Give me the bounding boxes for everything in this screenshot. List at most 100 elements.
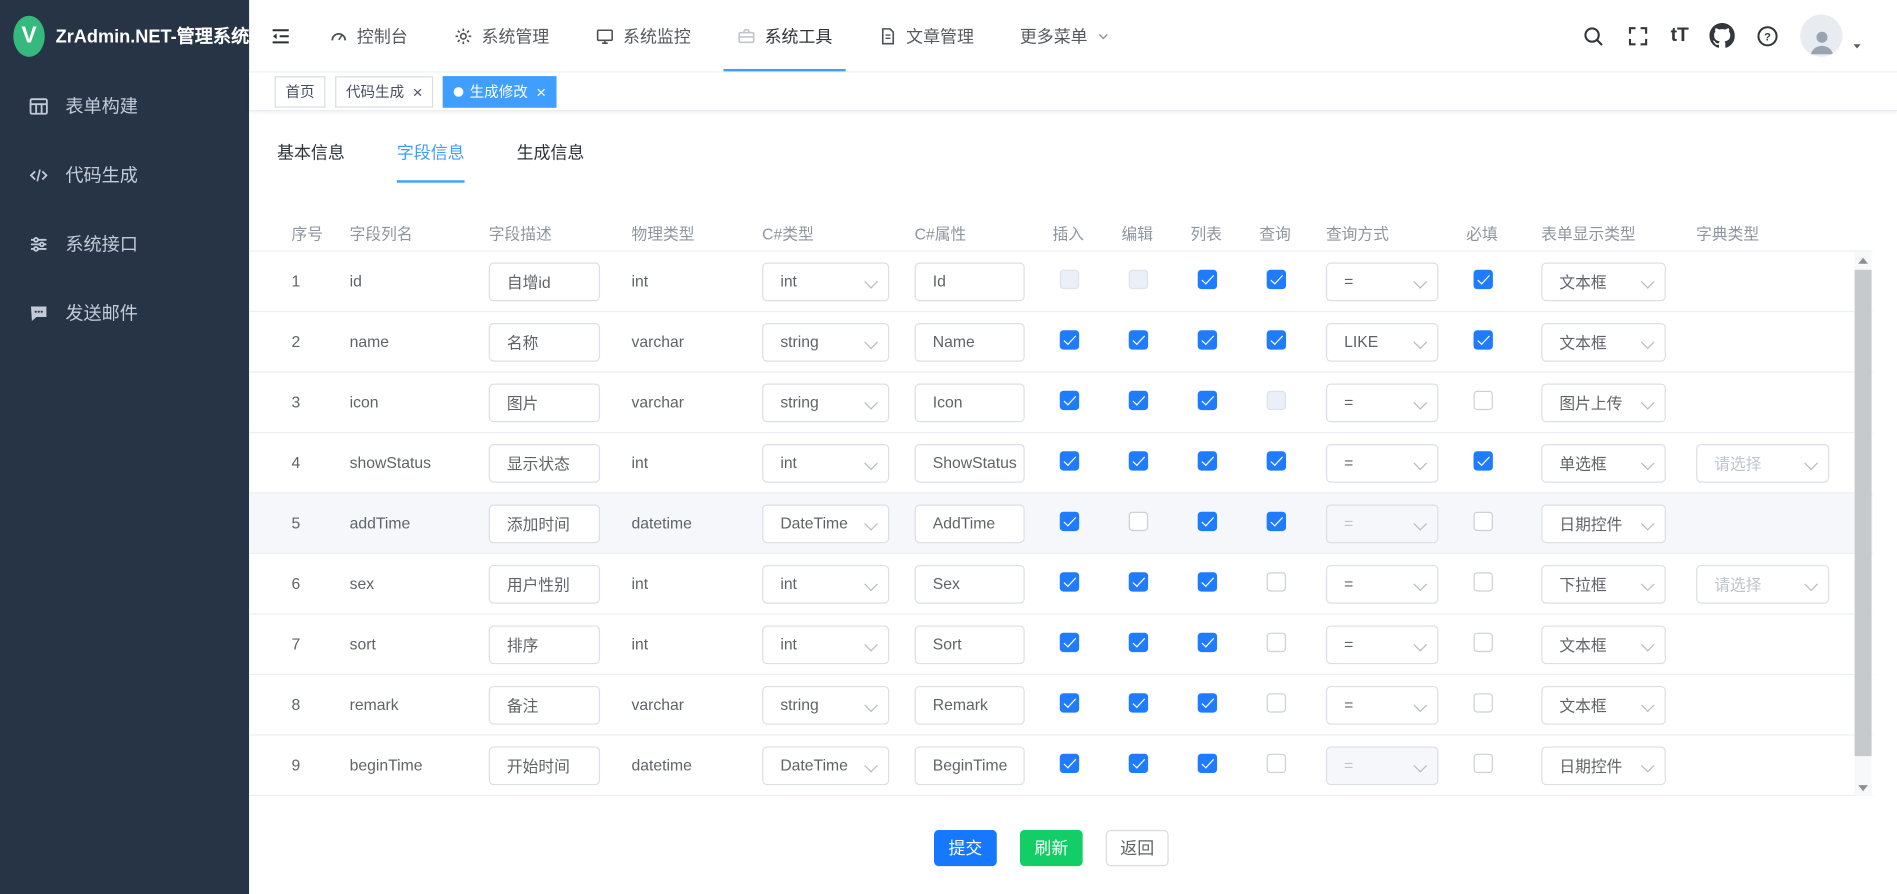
required-checkbox[interactable] xyxy=(1474,633,1493,652)
sidebar-item-send-mail[interactable]: 发送邮件 xyxy=(0,278,249,347)
edit-checkbox[interactable] xyxy=(1129,693,1148,712)
list-checkbox[interactable] xyxy=(1198,512,1217,531)
close-icon[interactable]: × xyxy=(413,83,423,100)
csharp-type-select[interactable]: string xyxy=(762,685,889,724)
query-checkbox[interactable] xyxy=(1267,693,1286,712)
query-checkbox[interactable] xyxy=(1267,633,1286,652)
insert-checkbox[interactable] xyxy=(1060,512,1079,531)
field-description-input[interactable] xyxy=(489,685,600,724)
edit-checkbox[interactable] xyxy=(1129,330,1148,349)
display-type-select[interactable]: 文本框 xyxy=(1541,685,1666,724)
csharp-property-input[interactable] xyxy=(915,625,1025,664)
list-checkbox[interactable] xyxy=(1198,391,1217,410)
scrollbar-thumb[interactable] xyxy=(1855,270,1872,756)
insert-checkbox[interactable] xyxy=(1060,633,1079,652)
field-description-input[interactable] xyxy=(489,443,600,482)
csharp-property-input[interactable] xyxy=(915,322,1025,361)
csharp-property-input[interactable] xyxy=(915,262,1025,301)
query-checkbox[interactable] xyxy=(1267,270,1286,289)
nav-item-system-tools[interactable]: 系统工具 xyxy=(714,0,856,71)
csharp-property-input[interactable] xyxy=(915,564,1025,603)
insert-checkbox[interactable] xyxy=(1060,572,1079,591)
insert-checkbox[interactable] xyxy=(1060,754,1079,773)
required-checkbox[interactable] xyxy=(1474,391,1493,410)
edit-checkbox[interactable] xyxy=(1129,270,1148,289)
scrollbar-down-button[interactable] xyxy=(1855,779,1872,796)
field-description-input[interactable] xyxy=(489,625,600,664)
sidebar-item-form-build[interactable]: 表单构建 xyxy=(0,71,249,140)
menu-fold-icon[interactable] xyxy=(269,24,293,48)
form-tab-2[interactable]: 生成信息 xyxy=(517,140,585,182)
required-checkbox[interactable] xyxy=(1474,330,1493,349)
query-checkbox[interactable] xyxy=(1267,754,1286,773)
caret-down-icon[interactable] xyxy=(1851,39,1863,51)
required-checkbox[interactable] xyxy=(1474,693,1493,712)
edit-checkbox[interactable] xyxy=(1129,512,1148,531)
query-checkbox[interactable] xyxy=(1267,512,1286,531)
query-method-select[interactable]: = xyxy=(1326,383,1439,422)
edit-checkbox[interactable] xyxy=(1129,572,1148,591)
query-checkbox[interactable] xyxy=(1267,572,1286,591)
query-method-select[interactable]: = xyxy=(1326,564,1439,603)
form-tab-1[interactable]: 字段信息 xyxy=(397,140,465,182)
sidebar-item-code-gen[interactable]: 代码生成 xyxy=(0,140,249,209)
csharp-property-input[interactable] xyxy=(915,504,1025,543)
csharp-type-select[interactable]: int xyxy=(762,262,889,301)
display-type-select[interactable]: 文本框 xyxy=(1541,322,1666,361)
nav-item-console[interactable]: 控制台 xyxy=(329,0,431,71)
field-description-input[interactable] xyxy=(489,383,600,422)
insert-checkbox[interactable] xyxy=(1060,330,1079,349)
github-icon[interactable] xyxy=(1709,23,1734,48)
insert-checkbox[interactable] xyxy=(1060,451,1079,470)
csharp-type-select[interactable]: string xyxy=(762,383,889,422)
edit-checkbox[interactable] xyxy=(1129,754,1148,773)
scrollbar-up-button[interactable] xyxy=(1855,252,1872,269)
field-description-input[interactable] xyxy=(489,262,600,301)
tag-0[interactable]: 首页 xyxy=(275,76,326,107)
submit-button[interactable]: 提交 xyxy=(934,830,997,866)
query-checkbox[interactable] xyxy=(1267,451,1286,470)
display-type-select[interactable]: 日期控件 xyxy=(1541,504,1666,543)
csharp-type-select[interactable]: int xyxy=(762,443,889,482)
form-tab-0[interactable]: 基本信息 xyxy=(277,140,345,182)
edit-checkbox[interactable] xyxy=(1129,391,1148,410)
tag-1[interactable]: 代码生成 × xyxy=(335,76,433,107)
list-checkbox[interactable] xyxy=(1198,451,1217,470)
edit-checkbox[interactable] xyxy=(1129,633,1148,652)
required-checkbox[interactable] xyxy=(1474,512,1493,531)
insert-checkbox[interactable] xyxy=(1060,270,1079,289)
back-button[interactable]: 返回 xyxy=(1106,830,1169,866)
csharp-type-select[interactable]: string xyxy=(762,322,889,361)
list-checkbox[interactable] xyxy=(1198,270,1217,289)
csharp-property-input[interactable] xyxy=(915,383,1025,422)
nav-item-system-monitor[interactable]: 系统监控 xyxy=(572,0,714,71)
csharp-type-select[interactable]: DateTime xyxy=(762,746,889,785)
csharp-property-input[interactable] xyxy=(915,746,1025,785)
list-checkbox[interactable] xyxy=(1198,572,1217,591)
display-type-select[interactable]: 文本框 xyxy=(1541,625,1666,664)
insert-checkbox[interactable] xyxy=(1060,693,1079,712)
fullscreen-icon[interactable] xyxy=(1626,24,1650,48)
query-method-select[interactable]: = xyxy=(1326,504,1439,543)
sidebar-item-system-api[interactable]: 系统接口 xyxy=(0,209,249,278)
display-type-select[interactable]: 图片上传 xyxy=(1541,383,1666,422)
search-icon[interactable] xyxy=(1581,24,1605,48)
query-method-select[interactable]: = xyxy=(1326,262,1439,301)
field-description-input[interactable] xyxy=(489,564,600,603)
query-method-select[interactable]: = xyxy=(1326,685,1439,724)
table-scrollbar[interactable] xyxy=(1855,252,1872,796)
query-checkbox[interactable] xyxy=(1267,391,1286,410)
required-checkbox[interactable] xyxy=(1474,451,1493,470)
required-checkbox[interactable] xyxy=(1474,754,1493,773)
nav-item-more-menu[interactable]: 更多菜单 xyxy=(997,0,1134,71)
list-checkbox[interactable] xyxy=(1198,754,1217,773)
query-method-select[interactable]: = xyxy=(1326,625,1439,664)
field-description-input[interactable] xyxy=(489,746,600,785)
insert-checkbox[interactable] xyxy=(1060,391,1079,410)
edit-checkbox[interactable] xyxy=(1129,451,1148,470)
tag-2[interactable]: 生成修改 × xyxy=(443,76,557,107)
required-checkbox[interactable] xyxy=(1474,270,1493,289)
csharp-type-select[interactable]: int xyxy=(762,564,889,603)
query-method-select[interactable]: = xyxy=(1326,746,1439,785)
csharp-property-input[interactable] xyxy=(915,685,1025,724)
